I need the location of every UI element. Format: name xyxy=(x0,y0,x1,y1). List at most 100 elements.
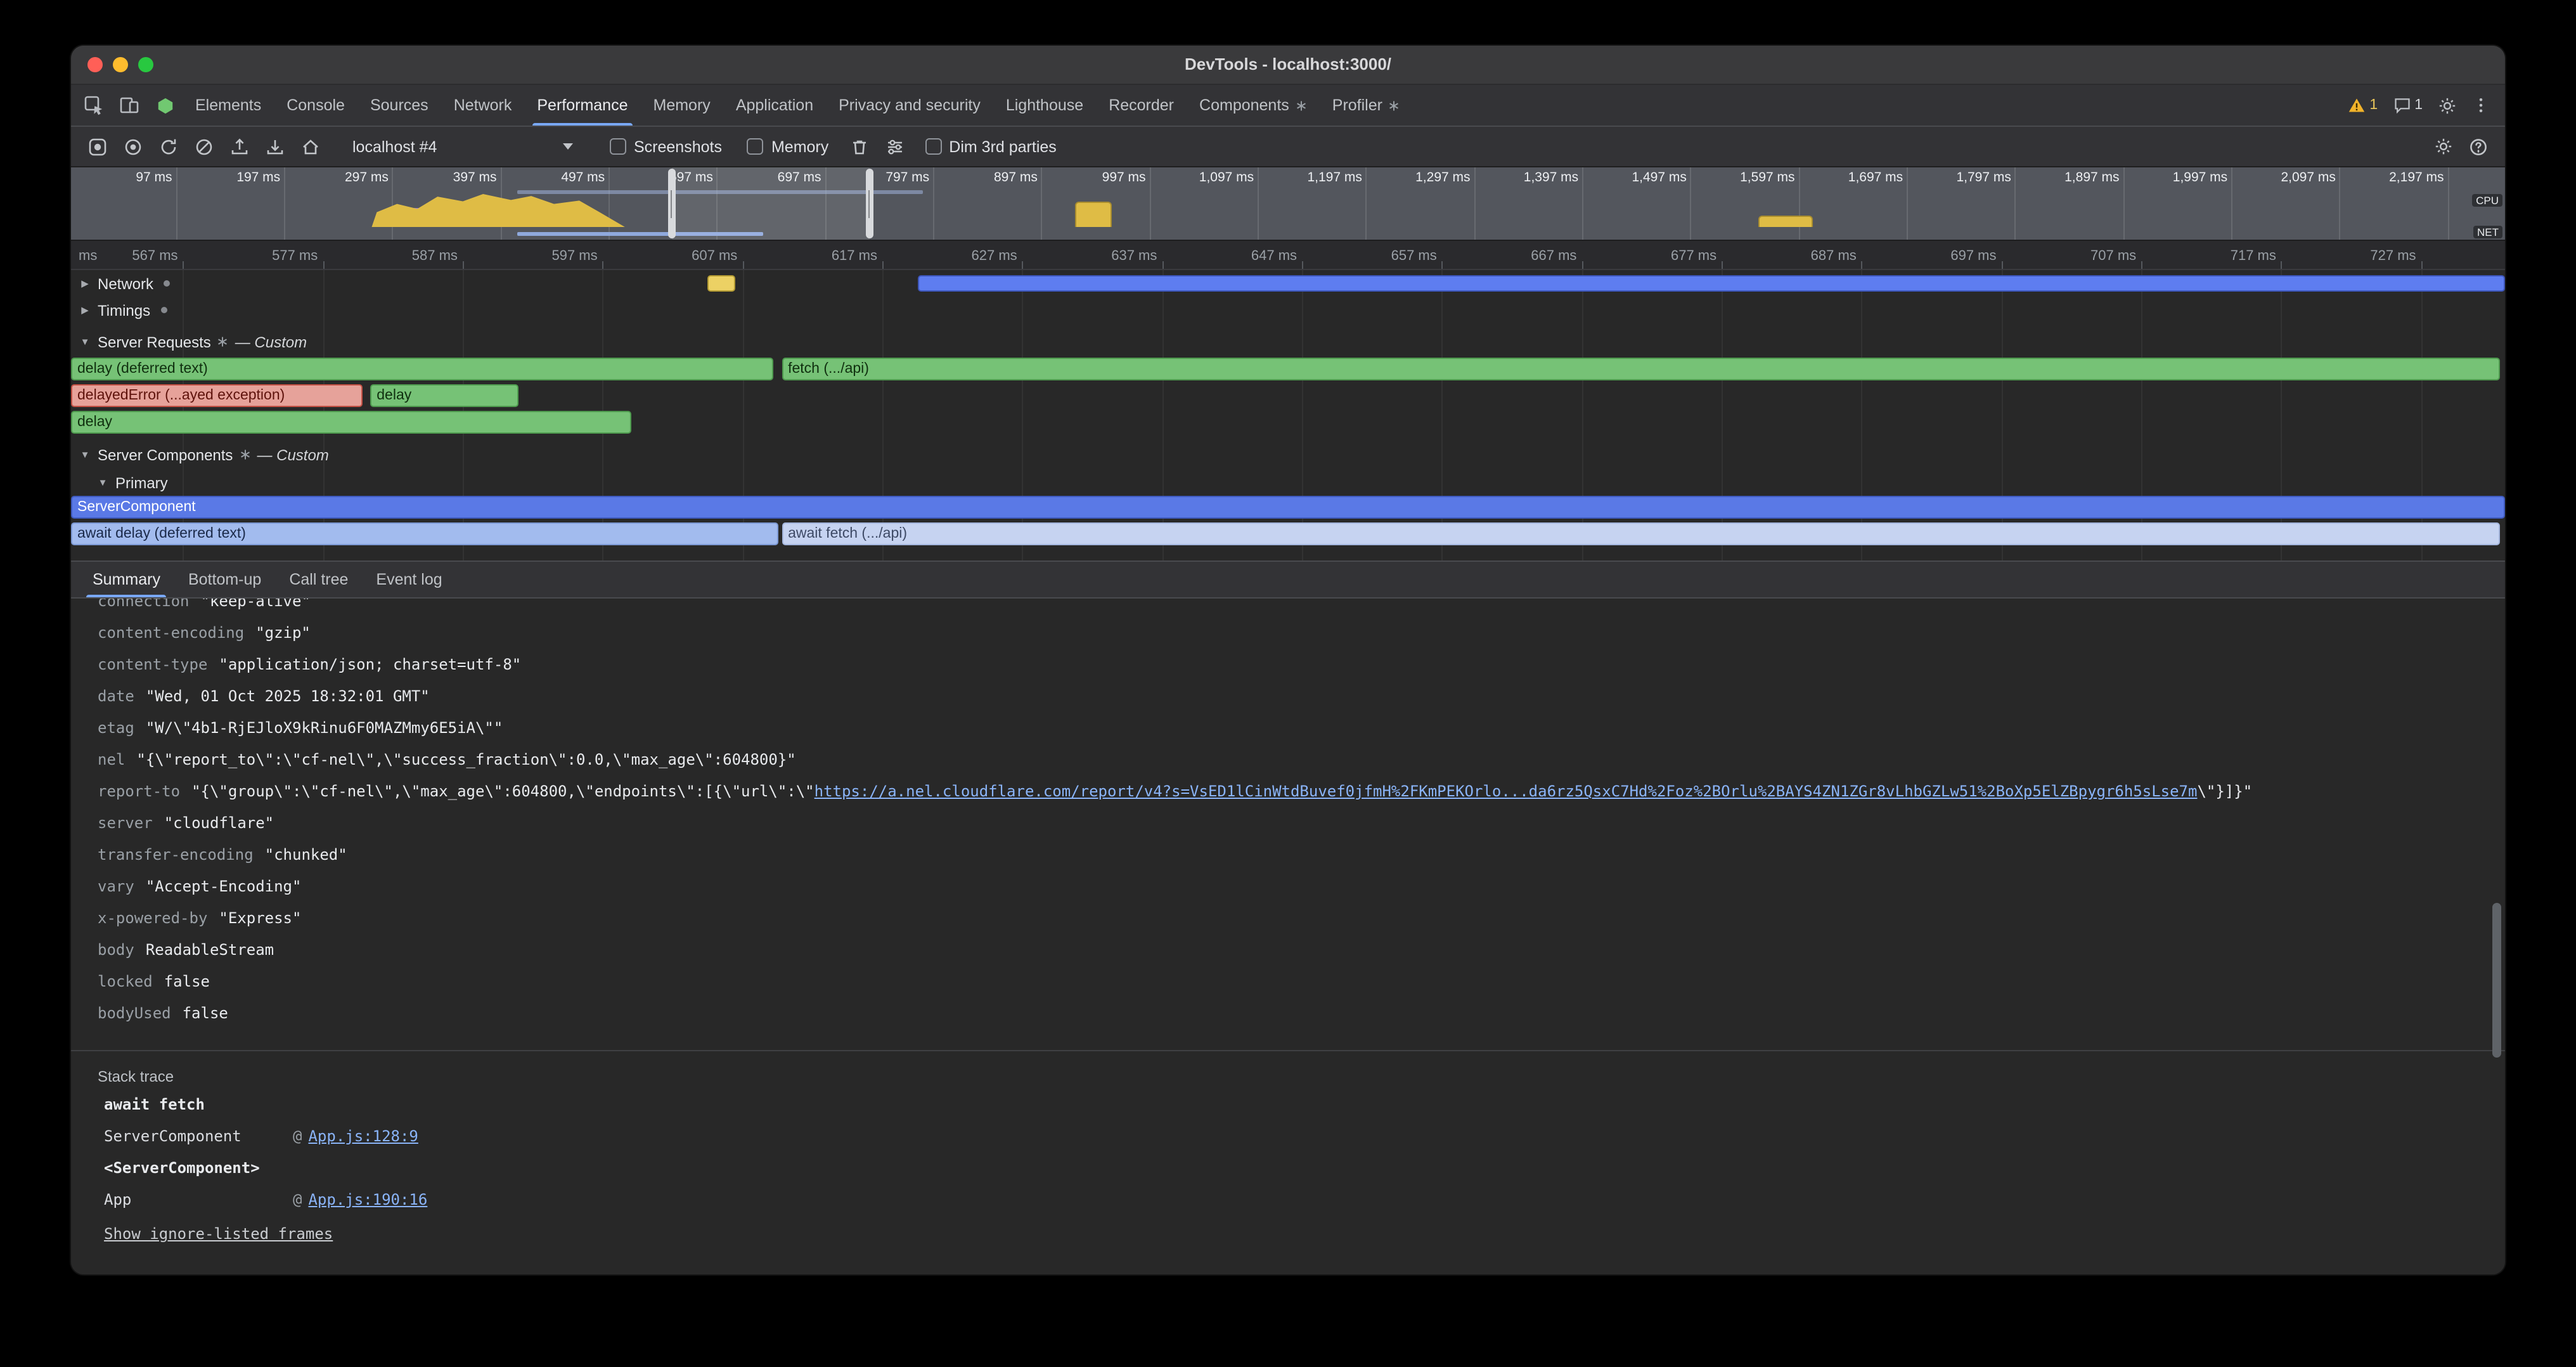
ruler-tick xyxy=(742,261,744,269)
header-name: locked xyxy=(98,973,153,990)
tab-label: Application xyxy=(736,96,813,114)
ruler-label: 667 ms xyxy=(1531,249,1581,264)
header-value: "Express" xyxy=(219,909,301,927)
history-select[interactable]: localhost #4 xyxy=(342,134,583,159)
overview-selection[interactable] xyxy=(671,167,869,240)
tab-privacy-and-security[interactable]: Privacy and security xyxy=(826,85,993,126)
load-profile-icon[interactable] xyxy=(223,130,256,163)
overview-grid-tick xyxy=(2123,167,2125,240)
details-tab-event-log[interactable]: Event log xyxy=(362,562,456,597)
overview-grid-tick xyxy=(392,167,394,240)
device-toolbar-icon[interactable] xyxy=(112,85,147,126)
header-row-content-encoding: content-encoding"gzip" xyxy=(71,618,2505,649)
disclosure-down-icon[interactable]: ▼ xyxy=(79,449,91,460)
tab-profiler[interactable]: Profiler xyxy=(1320,85,1413,126)
track-server-requests[interactable]: ▼Server Requests— Custom xyxy=(71,327,2505,356)
record-button[interactable] xyxy=(81,130,114,163)
track-network[interactable]: ▶Network xyxy=(71,270,2505,297)
timeline-entry-servercomponent[interactable]: ServerComponent xyxy=(71,496,2505,519)
dim-3rd-parties-checkbox[interactable]: Dim 3rd parties xyxy=(925,138,1057,155)
show-ignore-listed-frames-link[interactable]: Show ignore-listed frames xyxy=(104,1225,333,1243)
track-timings[interactable]: ▶Timings xyxy=(71,297,2505,323)
selection-handle-left[interactable] xyxy=(667,169,675,238)
settings-gear-icon[interactable] xyxy=(2438,96,2457,115)
overview-grid-tick xyxy=(1258,167,1259,240)
checkbox-box xyxy=(925,138,941,155)
timeline-entry-delay-deferred-text[interactable]: delay (deferred text) xyxy=(71,358,773,380)
details-scrollbar-thumb[interactable] xyxy=(2492,903,2501,1058)
issues-button[interactable]: 1 xyxy=(2393,96,2423,114)
overview-time-label: 2,097 ms xyxy=(2281,170,2339,185)
overview-time-label: 1,897 ms xyxy=(2064,170,2123,185)
clear-icon[interactable] xyxy=(188,130,221,163)
warnings-button[interactable]: 1 xyxy=(2348,96,2378,114)
header-row-etag: etag"W/\"4b1-RjEJloX9kRinu6F0MAZMmy6E5iA… xyxy=(71,713,2505,744)
flame-lane: delay (deferred text) fetch (.../api) xyxy=(71,356,2505,383)
tab-application[interactable]: Application xyxy=(723,85,826,126)
tab-components[interactable]: Components xyxy=(1187,85,1320,126)
tune-icon[interactable] xyxy=(878,130,911,163)
live-metrics-home-icon[interactable] xyxy=(294,130,327,163)
stack-group-servercomponent: <ServerComponent> xyxy=(71,1153,2505,1184)
details-tab-call-tree[interactable]: Call tree xyxy=(275,562,362,597)
collect-garbage-icon[interactable] xyxy=(842,130,875,163)
track-config-icon[interactable] xyxy=(164,280,170,287)
tab-sources[interactable]: Sources xyxy=(357,85,441,126)
track-config-icon[interactable] xyxy=(160,307,167,313)
timeline-entry-netblue[interactable] xyxy=(917,275,2505,292)
timeline-entry-delayederror-ayed-exception[interactable]: delayedError (...ayed exception) xyxy=(71,384,362,407)
memory-checkbox[interactable]: Memory xyxy=(747,138,828,155)
overview-time-label: 197 ms xyxy=(236,170,284,185)
performance-toolbar: localhost #4 Screenshots Memory Dim 3rd … xyxy=(71,127,2505,167)
timeline-entry-yellow[interactable] xyxy=(707,275,735,292)
tab-elements[interactable]: Elements xyxy=(183,85,274,126)
timeline-entry-await-fetch-api[interactable]: await fetch (.../api) xyxy=(782,522,2499,545)
overview-time-label: 1,097 ms xyxy=(1199,170,1258,185)
stack-source-link[interactable]: App.js:190:16 xyxy=(308,1184,427,1216)
track-primary[interactable]: ▼ Primary xyxy=(71,469,2505,495)
header-name: nel xyxy=(98,751,125,768)
inspect-element-icon[interactable] xyxy=(76,85,112,126)
timeline-overview[interactable]: CPU NET 97 ms197 ms297 ms397 ms497 ms597… xyxy=(71,167,2505,241)
tab-performance[interactable]: Performance xyxy=(524,85,640,126)
header-row-report-to: report-to"{\"group\":\"cf-nel\",\"max_ag… xyxy=(71,776,2505,808)
stack-source-link[interactable]: App.js:128:9 xyxy=(308,1121,418,1153)
record-and-reload-button[interactable] xyxy=(117,130,150,163)
disclosure-right-icon[interactable]: ▶ xyxy=(79,278,91,289)
tab-network[interactable]: Network xyxy=(441,85,525,126)
track-server-components[interactable]: ▼Server Components— Custom xyxy=(71,440,2505,469)
timeline-entry-await-delay-deferred-text[interactable]: await delay (deferred text) xyxy=(71,522,779,545)
report-to-url-link[interactable]: https://a.nel.cloudflare.com/report/v4?s… xyxy=(815,782,2198,800)
help-icon[interactable] xyxy=(2462,130,2495,163)
ruler-tick xyxy=(1302,261,1303,269)
overview-grid-tick xyxy=(2231,167,2232,240)
details-tab-summary[interactable]: Summary xyxy=(79,562,174,597)
selection-handle-right[interactable] xyxy=(866,169,873,238)
tab-console[interactable]: Console xyxy=(274,85,357,126)
overview-time-label: 297 ms xyxy=(345,170,392,185)
disclosure-down-icon[interactable]: ▼ xyxy=(79,336,91,347)
warning-icon xyxy=(2348,96,2366,114)
details-tab-bottom-up[interactable]: Bottom-up xyxy=(174,562,275,597)
more-options-kebab-icon[interactable] xyxy=(2472,96,2490,114)
capture-settings-gear-icon[interactable] xyxy=(2426,130,2459,163)
header-value: false xyxy=(183,1004,228,1022)
extension-icon[interactable] xyxy=(147,85,183,126)
track-name: Primary xyxy=(115,474,168,491)
disclosure-down-icon[interactable]: ▼ xyxy=(96,477,109,488)
timeline-entry-delay[interactable]: delay xyxy=(370,384,518,407)
timeline-entry-delay[interactable]: delay xyxy=(71,411,632,434)
tab-label: Privacy and security xyxy=(839,96,981,114)
ruler-tick xyxy=(603,261,604,269)
timeline-entry-fetch-api[interactable]: fetch (.../api) xyxy=(782,358,2499,380)
tab-memory[interactable]: Memory xyxy=(641,85,723,126)
save-profile-icon[interactable] xyxy=(259,130,292,163)
header-value: "Wed, 01 Oct 2025 18:32:01 GMT" xyxy=(146,687,430,705)
disclosure-right-icon[interactable]: ▶ xyxy=(79,304,91,316)
tab-recorder[interactable]: Recorder xyxy=(1096,85,1187,126)
reload-icon[interactable] xyxy=(152,130,185,163)
screenshots-checkbox[interactable]: Screenshots xyxy=(610,138,722,155)
stack-frame-app: App@App.js:190:16 xyxy=(71,1184,2505,1216)
tab-lighthouse[interactable]: Lighthouse xyxy=(993,85,1096,126)
track-label: ▼Server Components— Custom xyxy=(71,440,329,469)
